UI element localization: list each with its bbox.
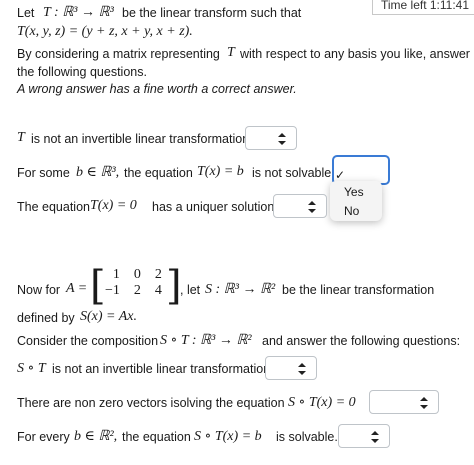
consider-tail: and answer the following questions: — [262, 334, 461, 348]
definition-math: S(x) = Ax. — [80, 309, 137, 324]
q2-pre: For some — [17, 166, 70, 180]
q6-math1: b ∈ ℝ², — [74, 429, 118, 444]
chevron-updown-icon — [371, 431, 379, 443]
q6-post: is solvable. — [276, 430, 338, 444]
q2-math2: T(x) = b — [197, 164, 244, 179]
q2-math1: b ∈ ℝ³, — [76, 165, 120, 180]
q5-text: There are non zero vectors isolving the … — [17, 396, 285, 410]
intro-let: Let — [17, 6, 35, 20]
matrix-cell: −1 — [105, 283, 120, 298]
q5-math: S ∘ T(x) = 0 — [288, 395, 356, 410]
q1-text: is not an invertible linear transformati… — [31, 132, 250, 146]
A-equals: A = — [66, 281, 88, 296]
matrix-A: 102 −1 2 4 — [98, 267, 169, 299]
intro-formula: T(x, y, z) = (y + z, x + y, x + z). — [17, 24, 193, 39]
part2-tail: be the linear transformation — [282, 283, 435, 297]
chevron-updown-icon — [420, 397, 428, 409]
warning-text: A wrong answer has a fine worth a correc… — [17, 82, 297, 96]
q5-select[interactable] — [369, 390, 439, 414]
time-left-timer: Time left 1:11:41 — [372, 0, 474, 15]
q2-mid: the equation — [124, 166, 193, 180]
q6-select[interactable] — [338, 424, 390, 448]
option-yes[interactable]: Yes — [344, 185, 364, 199]
intro-line3-tail: with respect to any basis you like, answ… — [240, 47, 470, 61]
intro-line4: the following questions. — [17, 65, 147, 79]
chevron-updown-icon — [278, 133, 286, 145]
q2-dropdown-menu: Yes No — [330, 181, 382, 221]
intro-T-symbol: T — [227, 45, 235, 60]
checkmark-icon: ✓ — [335, 168, 346, 182]
defined-by-text: defined by — [17, 311, 75, 325]
q3-post: has a uniquer solution. — [152, 200, 278, 214]
composition-math: S ∘ T : ℝ³ → ℝ² — [160, 333, 252, 348]
matrix-cell: 1 — [112, 267, 120, 282]
matrix-cell: 2 — [133, 283, 141, 298]
q1-select[interactable] — [245, 126, 297, 150]
intro-line1-text: be the linear transform such that — [122, 6, 302, 20]
q6-math2: S ∘ T(x) = b — [194, 429, 262, 444]
q3-select[interactable] — [273, 194, 327, 218]
q4-math: S ∘ T — [17, 361, 46, 376]
matrix-cell: 0 — [133, 267, 141, 282]
option-no[interactable]: No — [344, 204, 359, 218]
consider-text: Consider the composition — [17, 334, 159, 348]
q2-post: is not solvable — [252, 166, 332, 180]
q4-text: is not an invertible linear transformati… — [52, 362, 271, 376]
q6-pre: For every — [17, 430, 70, 444]
q3-pre: The equation — [17, 200, 90, 214]
S-map-math: S : ℝ³ → ℝ² — [205, 282, 276, 297]
q4-select[interactable] — [265, 356, 317, 380]
chevron-updown-icon — [308, 201, 316, 213]
intro-map-math: T : ℝ³ → ℝ³ — [43, 5, 114, 20]
q6-mid: the equation — [122, 430, 191, 444]
let-text: , let — [180, 283, 201, 297]
intro-line3: By considering a matrix representing — [17, 47, 220, 61]
q1-math: T — [17, 130, 25, 145]
now-for-text: Now for — [17, 283, 61, 297]
q3-math: T(x) = 0 — [90, 198, 137, 213]
chevron-updown-icon — [298, 363, 306, 375]
